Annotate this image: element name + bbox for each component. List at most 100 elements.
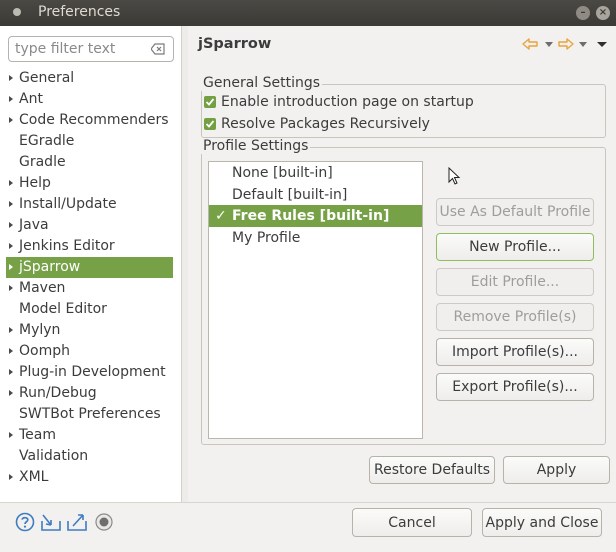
footer-separator (0, 502, 616, 503)
tree-item-plug-in-development[interactable]: Plug-in Development (0, 362, 182, 383)
profile-settings-label: Profile Settings (201, 138, 311, 154)
tree-item-help[interactable]: Help (0, 173, 182, 194)
expand-arrow-icon[interactable] (9, 369, 13, 375)
edit-profile-button[interactable]: Edit Profile... (436, 268, 594, 296)
tree-item-mylyn[interactable]: Mylyn (0, 320, 182, 341)
help-icon[interactable] (15, 512, 35, 532)
tree-item-label: Ant (19, 91, 43, 107)
expand-arrow-icon[interactable] (9, 201, 13, 207)
expand-arrow-icon[interactable] (9, 96, 13, 102)
tree-item-java[interactable]: Java (0, 215, 182, 236)
back-arrow-icon[interactable] (522, 38, 538, 50)
window-titlebar: Preferences – × (0, 0, 616, 26)
tree-item-label: Validation (19, 448, 89, 464)
tree-item-oomph[interactable]: Oomph (0, 341, 182, 362)
expand-arrow-icon[interactable] (9, 432, 13, 438)
record-icon[interactable] (94, 512, 114, 532)
expand-arrow-icon[interactable] (9, 75, 13, 81)
tree-item-label: Jenkins Editor (19, 238, 115, 254)
close-window-icon[interactable]: × (596, 6, 610, 20)
tree-item-validation[interactable]: Validation (0, 446, 182, 467)
tree-item-label: Team (19, 427, 57, 443)
export-preferences-icon[interactable] (66, 512, 88, 532)
tree-item-code-recommenders[interactable]: Code Recommenders (0, 110, 182, 131)
tree-item-label: Oomph (19, 343, 70, 359)
tree-item-label: Model Editor (19, 301, 107, 317)
tree-item-label: XML (19, 469, 49, 485)
export-profile-button[interactable]: Export Profile(s)... (436, 373, 594, 401)
expand-arrow-icon[interactable] (9, 180, 13, 186)
tree-item-xml[interactable]: XML (0, 467, 182, 488)
mouse-cursor-icon (448, 167, 461, 185)
view-menu-icon[interactable] (596, 38, 608, 50)
tree-item-label: Gradle (19, 154, 66, 170)
window-title: Preferences (38, 4, 121, 20)
preference-tree-pane: General Ant Code Recommenders EGradle Gradle… (0, 26, 182, 502)
expand-arrow-icon[interactable] (9, 285, 13, 291)
expand-arrow-icon[interactable] (9, 264, 13, 270)
expand-arrow-icon[interactable] (9, 222, 13, 228)
expand-arrow-icon[interactable] (9, 117, 13, 123)
tree-item-jsparrow[interactable]: jSparrow (6, 257, 173, 278)
checkbox-checked-icon[interactable] (204, 96, 216, 108)
import-preferences-icon[interactable] (40, 512, 62, 532)
clear-filter-icon[interactable] (151, 43, 165, 55)
tree-item-general[interactable]: General (0, 68, 182, 89)
tree-item-jenkins-editor[interactable]: Jenkins Editor (0, 236, 182, 257)
expand-arrow-icon[interactable] (9, 390, 13, 396)
apply-and-close-button[interactable]: Apply and Close (482, 508, 602, 537)
profile-row[interactable]: Default [built-in] (209, 184, 422, 206)
tree-item-label: Java (19, 217, 49, 233)
restore-defaults-button[interactable]: Restore Defaults (369, 456, 495, 484)
back-menu-chevron-icon[interactable] (544, 38, 554, 50)
filter-input[interactable] (15, 40, 145, 58)
use-as-default-profile-button[interactable]: Use As Default Profile (436, 198, 594, 226)
general-settings-label: General Settings (201, 75, 323, 91)
tree-item-label: Help (19, 175, 51, 191)
checkbox-checked-icon[interactable] (204, 118, 216, 130)
expand-arrow-icon[interactable] (9, 348, 13, 354)
tree-item-swtbot-preferences[interactable]: SWTBot Preferences (0, 404, 182, 425)
profile-row[interactable]: ✓ Free Rules [built-in] (209, 205, 422, 227)
profile-row[interactable]: None [built-in] (209, 162, 422, 184)
tree-item-run-debug[interactable]: Run/Debug (0, 383, 182, 404)
import-profile-button[interactable]: Import Profile(s)... (436, 338, 594, 366)
tree-item-label: General (19, 70, 75, 86)
tree-item-team[interactable]: Team (0, 425, 182, 446)
filter-field[interactable] (8, 36, 174, 62)
window-menu-icon[interactable] (13, 8, 21, 16)
apply-button[interactable]: Apply (503, 456, 610, 484)
minimize-icon[interactable]: – (576, 6, 590, 20)
pane-splitter[interactable] (182, 26, 188, 502)
tree-item-ant[interactable]: Ant (0, 89, 182, 110)
tree-item-egradle[interactable]: EGradle (0, 131, 182, 152)
profile-list[interactable]: None [built-in] Default [built-in] ✓ Free R… (208, 161, 423, 439)
tree-item-label: Plug-in Development (19, 364, 166, 380)
tree-item-label: Code Recommenders (19, 112, 169, 128)
remove-profile-button[interactable]: Remove Profile(s) (436, 303, 594, 331)
profile-label: Default [built-in] (232, 186, 348, 203)
tree-item-gradle[interactable]: Gradle (0, 152, 182, 173)
page-title: jSparrow (198, 36, 272, 52)
expand-arrow-icon[interactable] (9, 243, 13, 249)
new-profile-button[interactable]: New Profile... (436, 233, 594, 261)
cancel-button[interactable]: Cancel (352, 508, 472, 537)
tree-item-label: Install/Update (19, 196, 117, 212)
tree-item-label: EGradle (19, 133, 75, 149)
tree-item-label: jSparrow (19, 259, 81, 275)
tree-item-maven[interactable]: Maven (0, 278, 182, 299)
forward-menu-chevron-icon[interactable] (578, 38, 588, 50)
resolve-packages-label: Resolve Packages Recursively (221, 116, 430, 132)
tree-item-install-update[interactable]: Install/Update (0, 194, 182, 215)
selected-check-icon: ✓ (215, 208, 227, 224)
tree-item-label: SWTBot Preferences (19, 406, 161, 422)
tree-item-model-editor[interactable]: Model Editor (0, 299, 182, 320)
expand-arrow-icon[interactable] (9, 474, 13, 480)
tree-item-label: Maven (19, 280, 66, 296)
forward-arrow-icon[interactable] (558, 38, 574, 50)
profile-row[interactable]: My Profile (209, 227, 422, 249)
tree-item-label: Mylyn (19, 322, 61, 338)
profile-label: None [built-in] (232, 165, 333, 181)
expand-arrow-icon[interactable] (9, 327, 13, 333)
enable-intro-label: Enable introduction page on startup (221, 94, 474, 110)
